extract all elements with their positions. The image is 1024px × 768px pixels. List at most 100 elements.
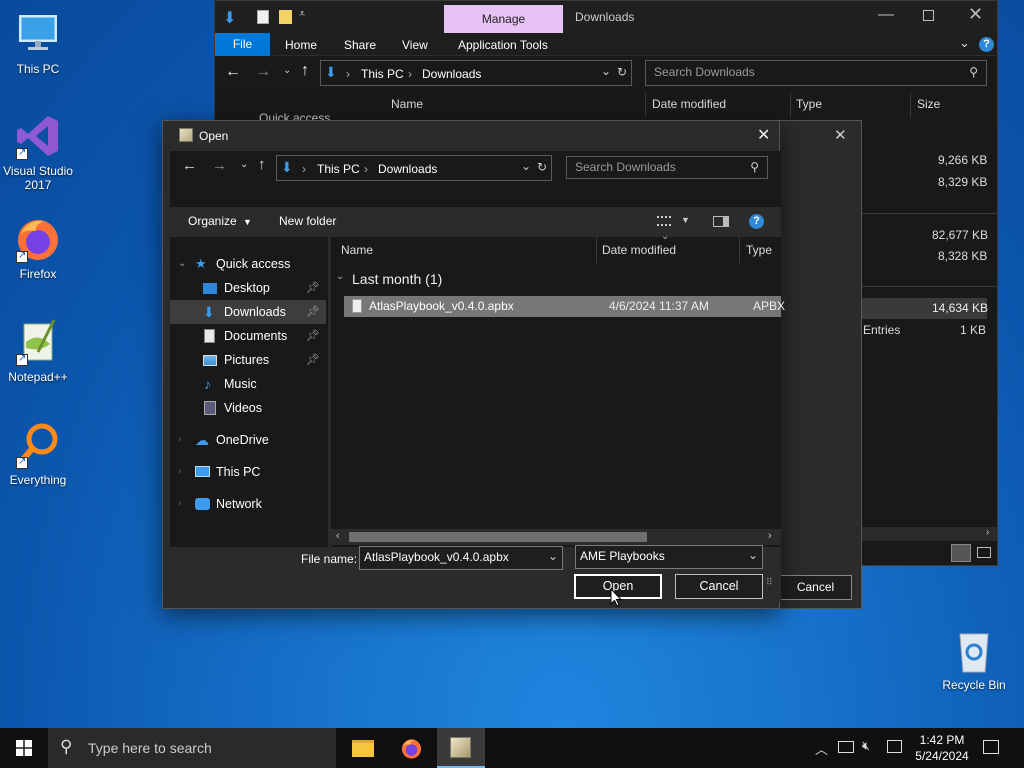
forward-arrow-icon[interactable]: →: [255, 63, 271, 81]
desktop-icon-this-pc[interactable]: This PC: [0, 10, 76, 76]
details-view-icon[interactable]: [951, 544, 971, 562]
help-icon[interactable]: ?: [979, 37, 994, 52]
expand-chevron-icon[interactable]: ›: [178, 460, 181, 484]
nav-quick-access[interactable]: ⌄ ★ Quick access: [170, 252, 326, 276]
recent-locations-icon[interactable]: ⌄: [283, 65, 291, 76]
breadcrumb-downloads[interactable]: Downloads: [378, 162, 437, 176]
nav-onedrive[interactable]: › ☁ OneDrive: [170, 428, 326, 452]
back-arrow-icon[interactable]: ←: [225, 63, 241, 81]
outer-close-icon[interactable]: ✕: [834, 126, 847, 144]
refresh-icon[interactable]: ↻: [617, 65, 627, 79]
nav-desktop[interactable]: Desktop 📌︎: [170, 276, 326, 300]
outer-cancel-button[interactable]: Cancel: [779, 575, 852, 600]
qat-dropdown-icon[interactable]: ⩡: [299, 8, 305, 21]
view-options-dropdown-icon[interactable]: ▼: [681, 215, 690, 225]
nav-music[interactable]: ♪ Music: [170, 372, 326, 396]
filetype-select[interactable]: AME Playbooks ⌄: [575, 545, 763, 569]
column-type[interactable]: Type: [796, 97, 822, 111]
ribbon-tab-file[interactable]: File: [215, 33, 270, 56]
desktop-icon-everything[interactable]: Everything: [0, 421, 76, 487]
desktop-icon-recycle-bin[interactable]: Recycle Bin: [936, 626, 1012, 692]
ribbon-tab-share[interactable]: Share: [344, 38, 376, 52]
desktop-icon-firefox[interactable]: Firefox: [0, 215, 76, 281]
nav-documents[interactable]: Documents 📌︎: [170, 324, 326, 348]
address-dropdown-icon[interactable]: ⌄: [601, 64, 611, 78]
ribbon-tab-view[interactable]: View: [402, 38, 428, 52]
notification-center-icon[interactable]: [983, 740, 999, 754]
horizontal-scrollbar[interactable]: [861, 527, 997, 541]
back-arrow-icon[interactable]: ←: [182, 157, 197, 174]
scroll-right-icon[interactable]: ›: [768, 530, 772, 542]
nav-this-pc[interactable]: › This PC: [170, 460, 326, 484]
explorer-address-bar[interactable]: ⬇ › This PC › Downloads ⌄ ↻: [320, 60, 632, 86]
column-size[interactable]: Size: [917, 97, 940, 111]
taskbar-file-explorer[interactable]: [338, 728, 386, 768]
taskbar-clock[interactable]: 1:42 PM 5/24/2024: [912, 732, 972, 764]
column-date-modified[interactable]: Date modified: [602, 243, 676, 257]
dialog-titlebar[interactable]: Open ✕: [163, 121, 779, 151]
dialog-close-icon[interactable]: ✕: [757, 125, 770, 145]
properties-icon[interactable]: [257, 10, 269, 24]
show-hidden-icons-chevron-icon[interactable]: ︿: [815, 739, 828, 758]
volume-muted-icon[interactable]: 🔇︎: [862, 738, 870, 754]
network-tray-icon[interactable]: [838, 741, 854, 753]
breadcrumb-this-pc[interactable]: This PC: [317, 162, 360, 176]
open-dialog[interactable]: Open ✕ ← → ⌄ ↑ ⬇ › This PC › Downloads ⌄…: [162, 120, 785, 609]
breadcrumb-this-pc[interactable]: This PC: [361, 67, 404, 81]
horizontal-scrollbar[interactable]: ‹ ›: [331, 529, 781, 545]
refresh-icon[interactable]: ↻: [537, 160, 547, 174]
preview-pane-icon[interactable]: [713, 216, 729, 227]
chevron-down-icon[interactable]: ⌄: [959, 35, 970, 51]
forward-arrow-icon[interactable]: →: [212, 157, 227, 174]
ribbon-tab-home[interactable]: Home: [285, 38, 317, 52]
manage-tab[interactable]: Manage: [444, 5, 563, 33]
group-header-last-month[interactable]: ⌄ Last month (1): [331, 271, 781, 291]
address-dropdown-icon[interactable]: ⌄: [521, 159, 531, 173]
chevron-down-icon[interactable]: ⌄: [548, 549, 558, 563]
resize-grip-icon[interactable]: ⠿: [766, 577, 773, 588]
cancel-button[interactable]: Cancel: [675, 574, 763, 599]
close-icon[interactable]: ✕: [968, 4, 983, 25]
expand-chevron-icon[interactable]: ›: [178, 428, 181, 452]
start-button[interactable]: [0, 728, 48, 768]
column-name[interactable]: Name: [341, 243, 373, 257]
expand-chevron-icon[interactable]: ›: [178, 492, 181, 516]
chevron-down-icon[interactable]: ⌄: [748, 548, 758, 562]
taskbar-app-package[interactable]: [437, 728, 485, 768]
taskbar-firefox[interactable]: [388, 728, 436, 768]
input-indicator-icon[interactable]: [887, 740, 902, 753]
ribbon-tab-application-tools[interactable]: Application Tools: [458, 38, 548, 52]
scroll-left-icon[interactable]: ‹: [336, 530, 340, 542]
dialog-address-bar[interactable]: ⬇ › This PC › Downloads ⌄ ↻: [276, 155, 552, 181]
nav-videos[interactable]: Videos: [170, 396, 326, 420]
nav-downloads[interactable]: ⬇ Downloads 📌︎: [170, 300, 326, 324]
scrollbar-thumb[interactable]: [349, 532, 647, 542]
large-icons-view-icon[interactable]: [977, 547, 991, 558]
change-view-icon[interactable]: [657, 216, 671, 226]
file-row[interactable]: AtlasPlaybook_v0.4.0.apbx 4/6/2024 11:37…: [344, 296, 785, 317]
dialog-search-box[interactable]: Search Downloads ⚲: [566, 156, 768, 179]
up-arrow-icon[interactable]: ↑: [258, 156, 266, 173]
filename-input[interactable]: AtlasPlaybook_v0.4.0.apbx ⌄: [359, 546, 563, 570]
organize-button[interactable]: Organize ▼: [188, 214, 252, 228]
collapse-chevron-icon[interactable]: ⌄: [178, 252, 186, 276]
column-name[interactable]: Name: [391, 97, 423, 111]
column-date-modified[interactable]: Date modified: [652, 97, 726, 111]
desktop-icon-visual-studio[interactable]: Visual Studio 2017: [0, 112, 76, 192]
explorer-titlebar[interactable]: ⬇ ⩡ Manage Downloads — ✕: [215, 1, 997, 33]
new-folder-button[interactable]: New folder: [279, 214, 336, 228]
breadcrumb-downloads[interactable]: Downloads: [422, 67, 481, 81]
help-icon[interactable]: ?: [749, 214, 764, 229]
nav-pictures[interactable]: Pictures 📌︎: [170, 348, 326, 372]
explorer-search-box[interactable]: Search Downloads ⚲: [645, 60, 987, 86]
nav-network[interactable]: › Network: [170, 492, 326, 516]
recent-locations-icon[interactable]: ⌄: [240, 159, 248, 170]
minimize-icon[interactable]: —: [878, 6, 894, 24]
up-arrow-icon[interactable]: ↑: [301, 62, 309, 80]
scroll-right-icon[interactable]: ›: [986, 527, 989, 538]
column-type[interactable]: Type: [746, 243, 772, 257]
new-folder-icon[interactable]: [279, 10, 292, 24]
taskbar-search-box[interactable]: ⚲ Type here to search: [48, 728, 336, 768]
maximize-icon[interactable]: [923, 10, 934, 21]
desktop-icon-notepad-plus-plus[interactable]: Notepad++: [0, 318, 76, 384]
